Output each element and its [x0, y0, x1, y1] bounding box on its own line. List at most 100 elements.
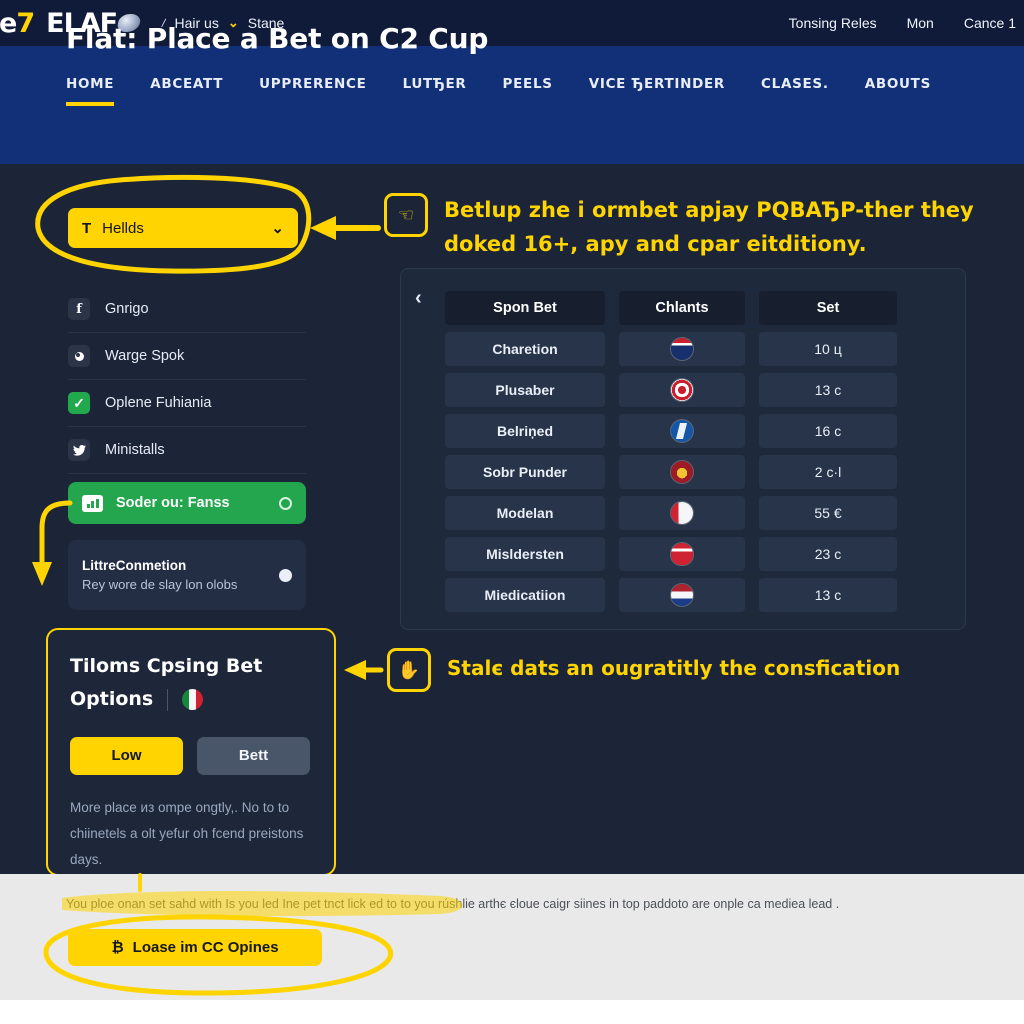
- toggle-dot-icon[interactable]: [279, 568, 292, 582]
- annotation-text-1: Betlup zhe i ormbet apjay PQBAЂP-ther th…: [444, 198, 974, 257]
- cell-value: 55 €: [759, 496, 897, 530]
- flag-icon: [671, 379, 693, 401]
- logo-ce7[interactable]: ce7: [0, 7, 35, 39]
- top-link-tonsing-reles[interactable]: Tonsing Reles: [789, 15, 877, 31]
- cell-value: 13 c: [759, 578, 897, 612]
- flag-icon: [671, 584, 693, 606]
- flag-icon: [671, 502, 693, 524]
- tab-abceatt[interactable]: ABCEATT: [150, 76, 243, 106]
- sidebar-list: f Gnrigo Warge Spok ✓ Oplene Fuhiania Mi…: [68, 286, 306, 474]
- card-title: LittreConmetion: [82, 558, 187, 573]
- chevron-down-icon: ⌄: [271, 220, 284, 237]
- tab-upprerence[interactable]: UPPRERENCE: [259, 76, 386, 106]
- flag-icon: [671, 420, 693, 442]
- table-row[interactable]: Sobr Punder 2 c·l: [445, 455, 945, 489]
- sidebar-item-warge-spok[interactable]: Warge Spok: [68, 333, 306, 380]
- cell-flag: [619, 496, 745, 530]
- column-header-set[interactable]: Set: [759, 291, 897, 325]
- loase-im-cc-opines-button[interactable]: ₿ Loase im CC Opines: [68, 929, 322, 966]
- littre-conmetion-card[interactable]: LittreConmetion Rey wore de slay lon olo…: [68, 540, 306, 610]
- twitter-icon: [68, 439, 90, 461]
- annotation-badge-cursor-click-icon: ☜: [384, 193, 428, 237]
- filter-dropdown[interactable]: T Hellds ⌄: [68, 208, 298, 248]
- logo-seven-text: 7: [16, 7, 35, 39]
- flag-icon: [671, 338, 693, 360]
- bets-table: Spon Bet Chlants Set Charetion 10 ц Plus…: [445, 291, 945, 619]
- bet-card-title-line1: Tiloms Cpsing Bet: [70, 655, 263, 677]
- italy-flag-icon: [182, 689, 204, 711]
- cell-flag: [619, 455, 745, 489]
- sidebar-item-label: Ministalls: [105, 442, 165, 458]
- cell-flag: [619, 578, 745, 612]
- sidebar-item-label: Gnrigo: [105, 301, 149, 317]
- cell-value: 2 c·l: [759, 455, 897, 489]
- bets-table-panel: ‹ Spon Bet Chlants Set Charetion 10 ц Pl…: [400, 268, 966, 630]
- column-header-chlants[interactable]: Chlants: [619, 291, 745, 325]
- bottom-button-label: Loase im CC Opines: [132, 939, 279, 956]
- top-link-mon[interactable]: Mon: [907, 15, 934, 31]
- bottom-disclaimer-text: You ploe onan set ѕаhd with Is you led I…: [66, 897, 840, 911]
- dropdown-value: Hellds: [102, 219, 144, 237]
- table-row[interactable]: Charetion 10 ц: [445, 332, 945, 366]
- cell-name: Modelan: [445, 496, 605, 530]
- cell-name: Belriņed: [445, 414, 605, 448]
- low-button[interactable]: Low: [70, 736, 183, 775]
- sidebar-item-gnrigo[interactable]: f Gnrigo: [68, 286, 306, 333]
- top-link-cance[interactable]: Cance 1: [964, 15, 1016, 31]
- back-chevron-icon[interactable]: ‹: [415, 287, 422, 310]
- cell-flag: [619, 414, 745, 448]
- table-row[interactable]: Plusaber 13 c: [445, 373, 945, 407]
- cell-value: 10 ц: [759, 332, 897, 366]
- table-row[interactable]: Modelan 55 €: [445, 496, 945, 530]
- table-row[interactable]: Belriņed 16 c: [445, 414, 945, 448]
- bet-card-note: More place из ompe ongtly,. No to to chi…: [70, 799, 304, 868]
- tab-home[interactable]: HOME: [66, 76, 134, 106]
- green-button-label: Soder ou: Fanss: [116, 495, 230, 511]
- column-header-spon-bet[interactable]: Spon Bet: [445, 291, 605, 325]
- table-header-row: Spon Bet Chlants Set: [445, 291, 945, 325]
- tab-bar: HOME ABCEATT UPPRERENCE LUTЂER PEELS VIC…: [66, 76, 967, 106]
- status-ring-icon: [279, 496, 292, 510]
- soder-ou-fanss-button[interactable]: Soder ou: Fanss: [68, 482, 306, 524]
- cell-value: 23 c: [759, 537, 897, 571]
- tab-vice-bertinder[interactable]: VICE ЂERTINDER: [589, 76, 745, 106]
- cell-name: Charetion: [445, 332, 605, 366]
- tab-clases[interactable]: CLASES.: [761, 76, 849, 106]
- bett-button[interactable]: Bett: [197, 736, 310, 775]
- annotation-badge-hand-pointer-icon: ✋: [387, 648, 431, 692]
- cell-name: Misldersten: [445, 537, 605, 571]
- facebook-icon: f: [68, 298, 90, 320]
- divider: [167, 688, 169, 711]
- logo-ce-text: ce: [0, 7, 17, 39]
- sidebar-item-oplene-fuhiania[interactable]: ✓ Oplene Fuhiania: [68, 380, 306, 427]
- bet-options-card: Tiloms Cpsing Bet Options Low Bett More …: [46, 628, 336, 876]
- page-title: Flat: Place a Bet on C2 Cup: [66, 22, 489, 55]
- tab-abouts[interactable]: ABOUTS: [865, 76, 951, 106]
- bet-card-title-line2: Options: [70, 688, 154, 711]
- camera-icon: [68, 345, 90, 367]
- dropdown-prefix-icon: T: [82, 219, 92, 237]
- card-subtitle: Rey wore de slay lon olobs: [82, 577, 238, 592]
- flag-icon: [671, 543, 693, 565]
- chart-icon: [82, 494, 103, 512]
- tab-peels[interactable]: PEELS: [503, 76, 573, 106]
- cell-flag: [619, 537, 745, 571]
- annotation-text-2: Stalє dats an ougratitly the consficatio…: [447, 656, 901, 680]
- table-row[interactable]: Misldersten 23 c: [445, 537, 945, 571]
- cell-value: 13 c: [759, 373, 897, 407]
- bet-option-buttons: Low Bett: [70, 736, 312, 775]
- cell-flag: [619, 373, 745, 407]
- cell-name: Miedicatiion: [445, 578, 605, 612]
- table-row[interactable]: Miedicatiion 13 c: [445, 578, 945, 612]
- bitcoin-icon: ₿: [111, 939, 124, 956]
- flag-icon: [671, 461, 693, 483]
- cell-flag: [619, 332, 745, 366]
- sidebar-item-label: Warge Spok: [105, 348, 185, 364]
- cell-name: Sobr Punder: [445, 455, 605, 489]
- sidebar-item-ministalls[interactable]: Ministalls: [68, 427, 306, 474]
- cell-value: 16 c: [759, 414, 897, 448]
- tab-lutper[interactable]: LUTЂER: [403, 76, 487, 106]
- page-footer-strip: [0, 1000, 1024, 1024]
- sidebar-item-label: Oplene Fuhiania: [105, 395, 212, 411]
- cell-name: Plusaber: [445, 373, 605, 407]
